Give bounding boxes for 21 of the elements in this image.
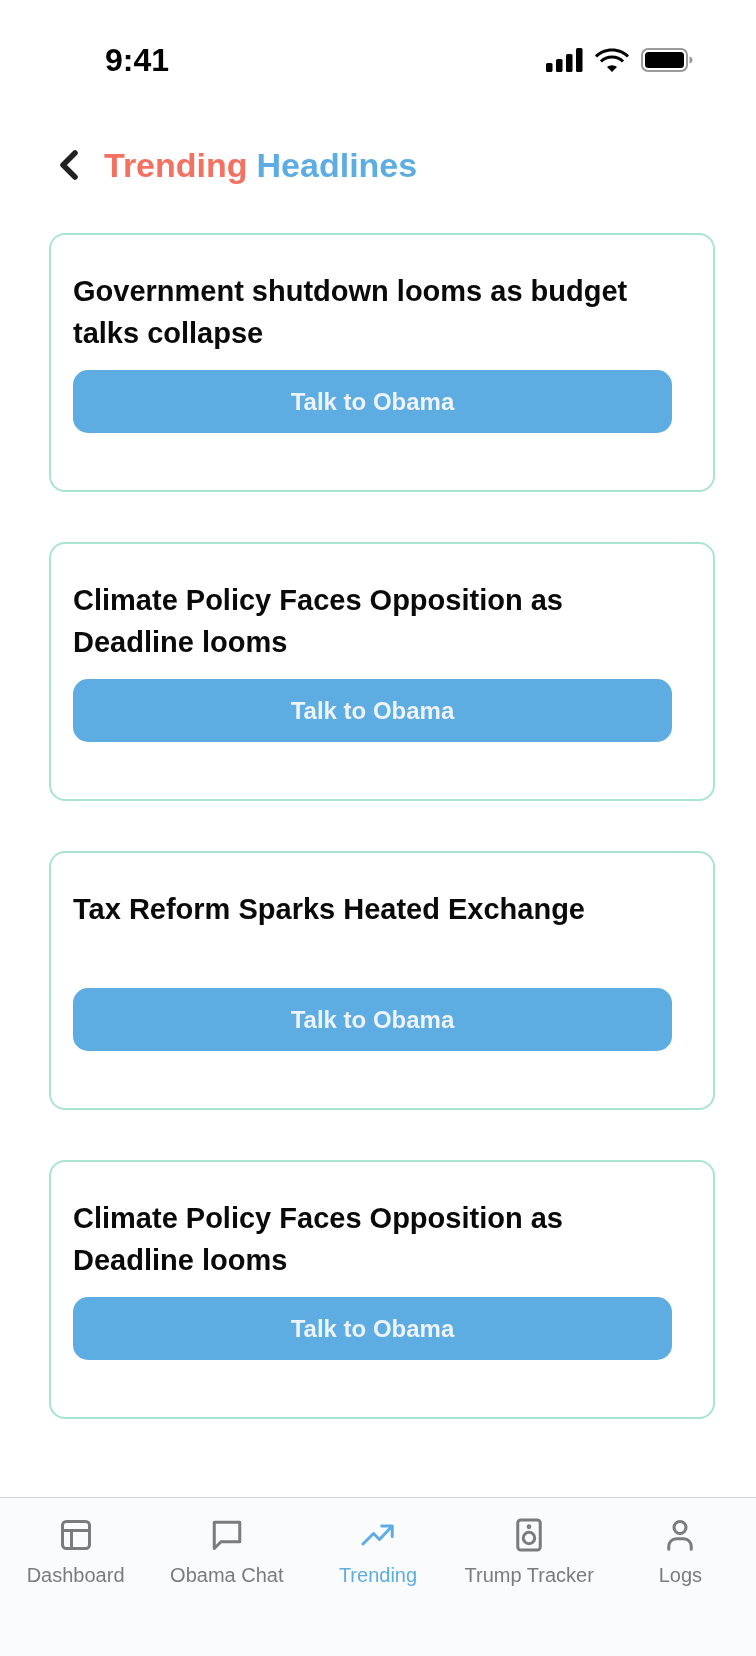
talk-button[interactable]: Talk to Obama — [73, 1297, 672, 1360]
page-title-word: Trending — [104, 145, 248, 185]
nav-tab[interactable]: Logs — [604, 1498, 756, 1587]
headline-title: Climate Policy Faces Opposition as Deadline looms — [73, 583, 564, 660]
signal-icon — [546, 48, 583, 72]
status-time: 9:41 — [105, 42, 170, 78]
page-title-word: Headlines — [256, 145, 418, 185]
talk-button[interactable]: Talk to Obama — [73, 988, 672, 1051]
battery-icon — [641, 48, 693, 72]
talk-button[interactable]: Talk to Obama — [73, 679, 672, 742]
headline-title: Climate Policy Faces Opposition as Deadline looms — [73, 1201, 564, 1278]
headline-title: Tax Reform Sparks Heated Exchange — [73, 892, 586, 927]
nav-tab[interactable]: Dashboard — [0, 1498, 152, 1587]
headline-title: Government shutdown looms as budget talks collapse — [73, 274, 629, 351]
talk-button[interactable]: Talk to Obama — [73, 370, 672, 433]
wifi-icon — [595, 48, 629, 72]
nav-tab[interactable]: Trump Tracker — [453, 1498, 605, 1587]
back-chevron-icon — [58, 150, 80, 180]
nav-tab[interactable]: Trending — [302, 1498, 454, 1587]
nav-tab[interactable]: Obama Chat — [151, 1498, 303, 1587]
back-button[interactable] — [58, 150, 80, 180]
